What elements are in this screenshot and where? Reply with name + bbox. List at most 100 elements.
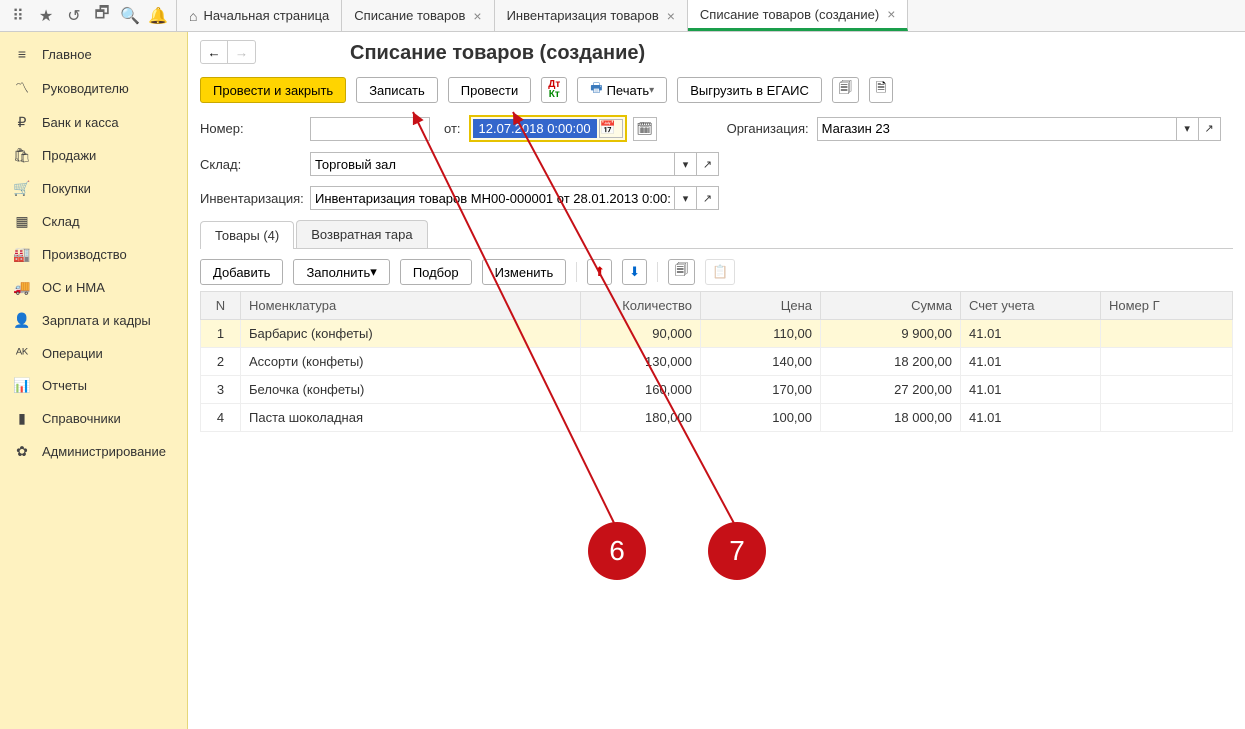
grid-icon: ▦ [12, 213, 32, 230]
sidebar-item-manager[interactable]: 〽Руководителю [0, 70, 187, 106]
table-toolbar: Добавить Заполнить ▾ Подбор Изменить ⬆ ⬇… [200, 259, 1233, 285]
menu-icon: ≡ [12, 46, 32, 62]
dropdown-icon[interactable]: ▾ [675, 152, 697, 176]
top-toolbar: ⠿ ★ ↺ 🗗 🔍 🔔 Начальная страница Списание … [0, 0, 1245, 32]
history-icon[interactable]: ↺ [60, 2, 88, 30]
edit-button[interactable]: Изменить [482, 259, 567, 285]
tab-home[interactable]: Начальная страница [177, 0, 342, 31]
date-input[interactable]: 12.07.2018 0:00:00 [473, 119, 597, 138]
table-row[interactable]: 4Паста шоколадная180,000100,0018 000,004… [201, 404, 1233, 432]
dtkt-button[interactable]: ДтКт [541, 77, 567, 103]
warehouse-input[interactable] [310, 152, 675, 176]
sidebar-item-purchases[interactable]: 🛒Покупки [0, 172, 187, 205]
bars-icon: 📊 [12, 377, 32, 394]
sidebar-item-hr[interactable]: 👤 Зарплата и кадры [0, 304, 187, 337]
dropdown-icon[interactable]: ▾ [675, 186, 697, 210]
print-button[interactable]: Печать [577, 77, 667, 103]
sidebar-label: Покупки [42, 181, 91, 196]
open-icon[interactable]: ↗ [697, 152, 719, 176]
copy-button[interactable]: 🗐 [668, 259, 695, 285]
open-icon[interactable]: ↗ [697, 186, 719, 210]
col-n[interactable]: N [201, 292, 241, 320]
close-icon[interactable]: × [887, 6, 895, 22]
save-button[interactable]: Записать [356, 77, 438, 103]
apps-icon[interactable]: ⠿ [4, 2, 32, 30]
factory-icon: 🏭 [12, 246, 32, 263]
tab-label: Инвентаризация товаров [507, 8, 659, 23]
tab-tare[interactable]: Возвратная тара [296, 220, 427, 248]
sidebar-item-main[interactable]: ≡ Главное [0, 38, 187, 70]
bag-icon: 🛍 [12, 147, 32, 164]
tab-goods[interactable]: Товары (4) [200, 221, 294, 249]
add-button[interactable]: Добавить [200, 259, 283, 285]
post-close-button[interactable]: Провести и закрыть [200, 77, 346, 103]
sidebar-item-production[interactable]: 🏭 Производство [0, 238, 187, 271]
inventory-input[interactable] [310, 186, 675, 210]
date-label: от: [444, 121, 461, 136]
calendar-alt-icon[interactable]: 🗓 [633, 117, 657, 141]
sidebar-label: Руководителю [42, 81, 129, 96]
fill-button[interactable]: Заполнить ▾ [293, 259, 389, 285]
col-qty[interactable]: Количество [581, 292, 701, 320]
sidebar-item-sales[interactable]: 🛍Продажи [0, 139, 187, 172]
col-item[interactable]: Номенклатура [241, 292, 581, 320]
move-up-button[interactable]: ⬆ [587, 259, 612, 285]
close-icon[interactable]: × [473, 8, 481, 24]
list-icon-button[interactable]: 🗎 [869, 77, 893, 103]
sidebar-label: Производство [42, 247, 127, 262]
sidebar-item-reports[interactable]: 📊Отчеты [0, 369, 187, 402]
number-label: Номер: [200, 121, 310, 136]
tab-bar: Начальная страница Списание товаров × Ин… [177, 0, 908, 31]
post-button[interactable]: Провести [448, 77, 532, 103]
table-row[interactable]: 1Барбарис (конфеты)90,000110,009 900,004… [201, 320, 1233, 348]
forward-button[interactable]: → [228, 40, 256, 64]
sidebar-label: Зарплата и кадры [42, 313, 151, 328]
pick-button[interactable]: Подбор [400, 259, 472, 285]
search-icon[interactable]: 🔍 [116, 2, 144, 30]
col-account[interactable]: Счет учета [961, 292, 1101, 320]
report-icon-button[interactable]: 🗐 [832, 77, 859, 103]
bell-icon[interactable]: 🔔 [144, 2, 172, 30]
col-sum[interactable]: Сумма [821, 292, 961, 320]
tab-writeoff[interactable]: Списание товаров × [342, 0, 494, 31]
sidebar-label: ОС и НМА [42, 280, 105, 295]
tab-inventory[interactable]: Инвентаризация товаров × [495, 0, 688, 31]
col-price[interactable]: Цена [701, 292, 821, 320]
star-icon[interactable]: ★ [32, 2, 60, 30]
col-gtd[interactable]: Номер Г [1101, 292, 1233, 320]
goods-table: N Номенклатура Количество Цена Сумма Сче… [200, 291, 1233, 432]
sidebar-item-bank[interactable]: ₽Банк и касса [0, 106, 187, 139]
back-button[interactable]: ← [200, 40, 228, 64]
sidebar: ≡Главное 〽Руководителю ₽Банк и касса 🛍Пр… [0, 32, 188, 729]
move-down-button[interactable]: ⬇ [622, 259, 647, 285]
paste-button[interactable]: 📋 [705, 259, 735, 285]
dtkt-icon: ДтКт [548, 80, 560, 100]
org-input[interactable] [817, 117, 1177, 141]
table-row[interactable]: 3Белочка (конфеты)160,000170,0027 200,00… [201, 376, 1233, 404]
close-icon[interactable]: × [667, 8, 675, 24]
sidebar-item-assets[interactable]: 🚚ОС и НМА [0, 271, 187, 304]
lower-tabs: Товары (4) Возвратная тара [200, 220, 1233, 249]
separator [576, 262, 577, 282]
egais-button[interactable]: Выгрузить в ЕГАИС [677, 77, 822, 103]
sidebar-label: Главное [42, 47, 92, 62]
number-input[interactable] [310, 117, 430, 141]
sidebar-label: Склад [42, 214, 80, 229]
page-title: Списание товаров (создание) [350, 42, 1233, 65]
tab-writeoff-create[interactable]: Списание товаров (создание) × [688, 0, 908, 31]
sidebar-item-references[interactable]: ▮ Справочники [0, 402, 187, 435]
person-icon: 👤 [12, 312, 32, 329]
sidebar-item-admin[interactable]: ✿Администрирование [0, 435, 187, 468]
annotation-6: 6 [588, 522, 646, 580]
open-icon[interactable]: ↗ [1199, 117, 1221, 141]
dropdown-icon[interactable]: ▾ [1177, 117, 1199, 141]
gear-icon: ✿ [12, 443, 32, 460]
link-icon[interactable]: 🗗 [88, 2, 116, 30]
book-icon: ▮ [12, 410, 32, 427]
sidebar-item-operations[interactable]: ᴬᴷОперации [0, 337, 187, 369]
calendar-icon[interactable]: 📅 [599, 119, 623, 138]
sidebar-item-warehouse[interactable]: ▦ Склад [0, 205, 187, 238]
sidebar-label: Справочники [42, 411, 121, 426]
dtkt-icon: ᴬᴷ [12, 345, 32, 361]
table-row[interactable]: 2Ассорти (конфеты)130,000140,0018 200,00… [201, 348, 1233, 376]
